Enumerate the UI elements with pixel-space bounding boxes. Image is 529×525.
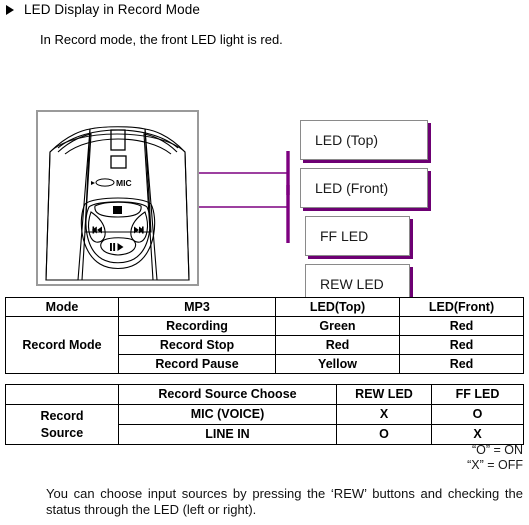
- cell-source-0: MIC (VOICE): [118, 404, 337, 425]
- table-header-row: Mode MP3 LED(Top) LED(Front): [5, 297, 524, 317]
- callout-rew-led-label: REW LED: [320, 276, 384, 292]
- cell-mp3-2: Record Pause: [118, 354, 276, 374]
- triangle-right-icon: [6, 5, 14, 15]
- led-figure: MIC LED (Top) LED (Front) FF LED REW LED: [0, 55, 529, 304]
- th-mode: Mode: [5, 297, 119, 317]
- cell-rew-led-0: X: [336, 404, 432, 425]
- table-row: Record Mode Recording Green Red: [5, 316, 524, 374]
- cell-record-source-label: Record Source: [5, 404, 119, 445]
- th-rew-led: REW LED: [336, 384, 432, 405]
- cell-led-top-2: Yellow: [275, 354, 400, 374]
- th-blank: [5, 384, 119, 405]
- device-illustration-frame: MIC: [36, 110, 199, 286]
- callout-led-front: LED (Front): [300, 168, 428, 208]
- cell-record-source-label-line1: Record: [40, 408, 84, 423]
- page-title: LED Display in Record Mode: [24, 2, 200, 17]
- cell-ff-led-1: X: [431, 424, 524, 445]
- table-header-row: Record Source Choose REW LED FF LED: [5, 384, 524, 405]
- cell-led-front-2: Red: [399, 354, 524, 374]
- legend-on: “O” = ON: [471, 443, 523, 457]
- th-led-top: LED(Top): [275, 297, 400, 317]
- th-mp3: MP3: [118, 297, 276, 317]
- footer-paragraph: You can choose input sources by pressing…: [46, 486, 523, 517]
- cell-led-front-0: Red: [399, 316, 524, 336]
- table-record-mode: Mode MP3 LED(Top) LED(Front) Record Mode…: [5, 297, 524, 374]
- callout-ff-led-label: FF LED: [320, 228, 369, 244]
- table-row: Record Source MIC (VOICE) X O: [5, 404, 524, 445]
- mic-label: MIC: [116, 178, 132, 188]
- cell-record-mode-label: Record Mode: [5, 316, 119, 374]
- legend: “O” = ON “X” = OFF: [0, 443, 523, 473]
- device-illustration: MIC: [45, 126, 190, 281]
- th-led-front: LED(Front): [399, 297, 524, 317]
- table-record-source: Record Source Choose REW LED FF LED Reco…: [5, 384, 524, 445]
- cell-led-top-0: Green: [275, 316, 400, 336]
- cell-source-1: LINE IN: [118, 424, 337, 445]
- cell-ff-led-0: O: [431, 404, 524, 425]
- th-record-source-choose: Record Source Choose: [118, 384, 337, 405]
- intro-text: In Record mode, the front LED light is r…: [40, 32, 283, 47]
- cell-mp3-0: Recording: [118, 316, 276, 336]
- callout-led-top: LED (Top): [300, 120, 428, 160]
- cell-mp3-1: Record Stop: [118, 335, 276, 355]
- callout-led-top-label: LED (Top): [315, 132, 379, 148]
- cell-led-front-1: Red: [399, 335, 524, 355]
- cell-record-source-label-line2: Source: [40, 425, 84, 440]
- section-heading: LED Display in Record Mode: [6, 2, 200, 18]
- cell-rew-led-1: O: [336, 424, 432, 445]
- legend-off: “X” = OFF: [467, 458, 523, 472]
- th-ff-led: FF LED: [431, 384, 524, 405]
- callout-led-front-label: LED (Front): [315, 180, 389, 196]
- callout-ff-led: FF LED: [305, 216, 410, 256]
- cell-led-top-1: Red: [275, 335, 400, 355]
